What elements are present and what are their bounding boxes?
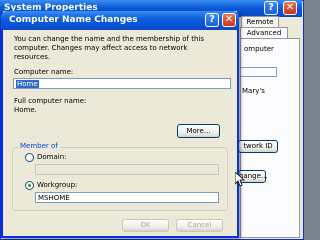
more-button[interactable]: More...: [177, 124, 220, 138]
computer-name-value: Home: [16, 80, 39, 88]
bg-text-computer: omputer: [244, 45, 274, 53]
workgroup-label: Workgroup:: [37, 181, 78, 189]
workgroup-radio[interactable]: [25, 181, 34, 190]
domain-input[interactable]: [35, 164, 219, 175]
domain-radio[interactable]: [25, 153, 34, 162]
cancel-button[interactable]: Cancel: [176, 219, 223, 232]
bg-help-icon[interactable]: ?: [264, 1, 278, 15]
bg-field: [240, 67, 277, 77]
full-name-label: Full computer name:: [14, 97, 87, 105]
dialog-title: Computer Name Changes: [9, 15, 138, 25]
computer-name-label: Computer name:: [14, 68, 74, 76]
description-text: You can change the name and the membersh…: [14, 35, 204, 61]
domain-label: Domain:: [37, 153, 67, 161]
close-icon[interactable]: ✕: [222, 13, 236, 27]
ok-button[interactable]: OK: [122, 219, 169, 232]
mouse-cursor-icon: [235, 172, 245, 187]
help-icon[interactable]: ?: [205, 13, 219, 27]
computer-name-input[interactable]: Home: [13, 78, 231, 89]
bg-text-marys: Mary's: [242, 87, 265, 95]
full-name-value: Home.: [14, 106, 37, 114]
workgroup-input[interactable]: [35, 192, 219, 203]
member-of-legend: Member of: [18, 142, 60, 151]
bg-close-icon[interactable]: ✕: [283, 1, 297, 15]
network-id-button[interactable]: twork ID: [238, 140, 278, 153]
workgroup-radio-dot: [28, 184, 31, 187]
